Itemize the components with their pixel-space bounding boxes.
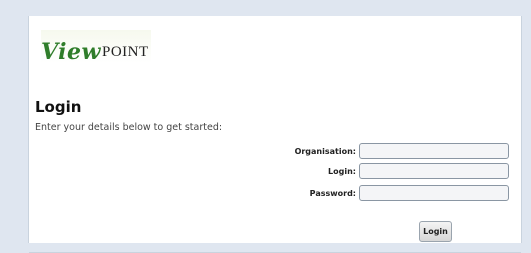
page-title: Login (35, 98, 82, 116)
organisation-row: Organisation: (29, 143, 521, 163)
logo-caps-text: POINT (101, 43, 149, 60)
organisation-label: Organisation: (294, 147, 356, 156)
login-input[interactable] (359, 163, 509, 179)
login-panel: View POINT Login Enter your details belo… (28, 16, 522, 253)
password-input[interactable] (359, 185, 509, 201)
organisation-input[interactable] (359, 143, 509, 159)
page-subtitle: Enter your details below to get started: (35, 122, 223, 133)
login-row: Login: (29, 163, 521, 183)
login-label: Login: (328, 167, 356, 176)
login-button[interactable]: Login (419, 221, 452, 242)
password-label: Password: (309, 189, 356, 198)
password-row: Password: (29, 185, 521, 205)
logo-script-text: View (41, 39, 101, 65)
viewpoint-logo: View POINT (41, 30, 151, 74)
